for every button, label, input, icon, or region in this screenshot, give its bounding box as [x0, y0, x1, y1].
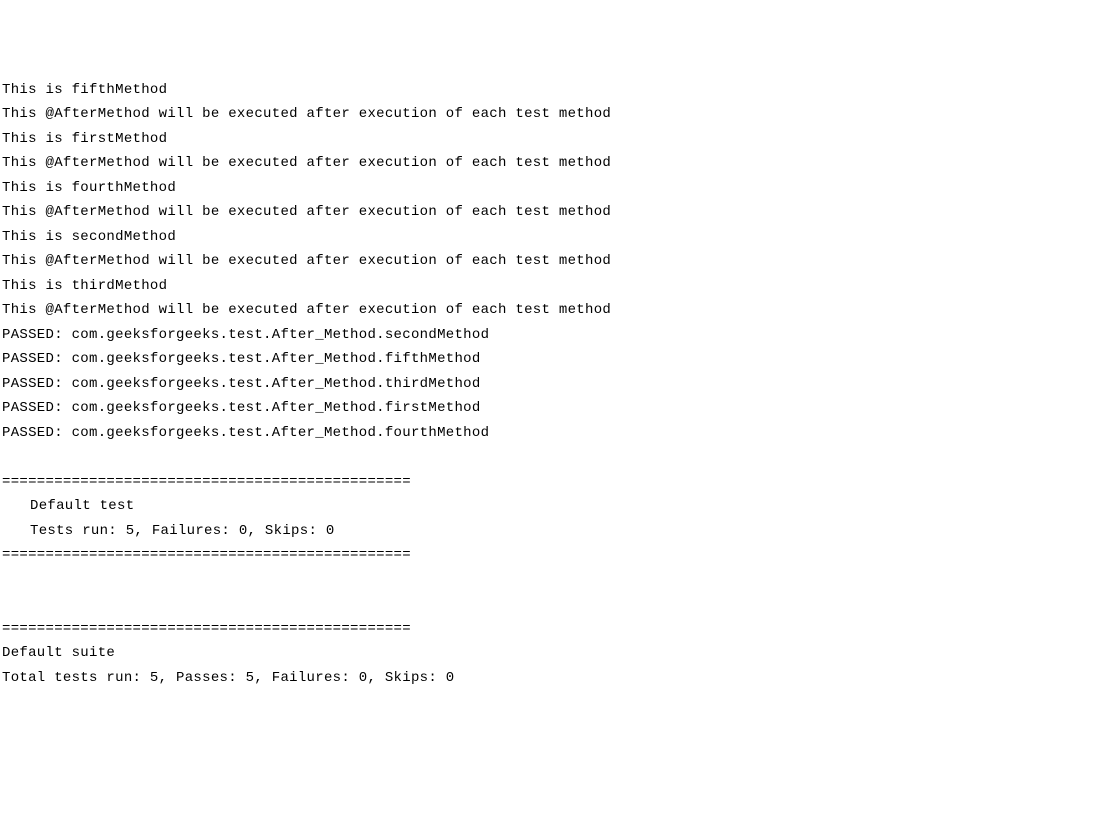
console-line: PASSED: com.geeksforgeeks.test.After_Met…	[2, 347, 1098, 372]
console-line	[2, 568, 1098, 593]
console-line: PASSED: com.geeksforgeeks.test.After_Met…	[2, 323, 1098, 348]
console-line: This is fourthMethod	[2, 176, 1098, 201]
console-line: This @AfterMethod will be executed after…	[2, 249, 1098, 274]
console-line: This is secondMethod	[2, 225, 1098, 250]
console-line: Tests run: 5, Failures: 0, Skips: 0	[2, 519, 1098, 544]
console-line: Default suite	[2, 641, 1098, 666]
console-line: This is firstMethod	[2, 127, 1098, 152]
console-line: PASSED: com.geeksforgeeks.test.After_Met…	[2, 396, 1098, 421]
console-output: This is fifthMethodThis @AfterMethod wil…	[2, 78, 1098, 691]
console-line: ========================================…	[2, 617, 1098, 642]
console-line: This is thirdMethod	[2, 274, 1098, 299]
console-line	[2, 592, 1098, 617]
console-line	[2, 445, 1098, 470]
console-line: PASSED: com.geeksforgeeks.test.After_Met…	[2, 372, 1098, 397]
console-line: ========================================…	[2, 543, 1098, 568]
console-line: This @AfterMethod will be executed after…	[2, 102, 1098, 127]
console-line: This @AfterMethod will be executed after…	[2, 298, 1098, 323]
console-line: PASSED: com.geeksforgeeks.test.After_Met…	[2, 421, 1098, 446]
console-line: This is fifthMethod	[2, 78, 1098, 103]
console-line: This @AfterMethod will be executed after…	[2, 151, 1098, 176]
console-line: Total tests run: 5, Passes: 5, Failures:…	[2, 666, 1098, 691]
console-line: Default test	[2, 494, 1098, 519]
console-line: ========================================…	[2, 470, 1098, 495]
console-line: This @AfterMethod will be executed after…	[2, 200, 1098, 225]
